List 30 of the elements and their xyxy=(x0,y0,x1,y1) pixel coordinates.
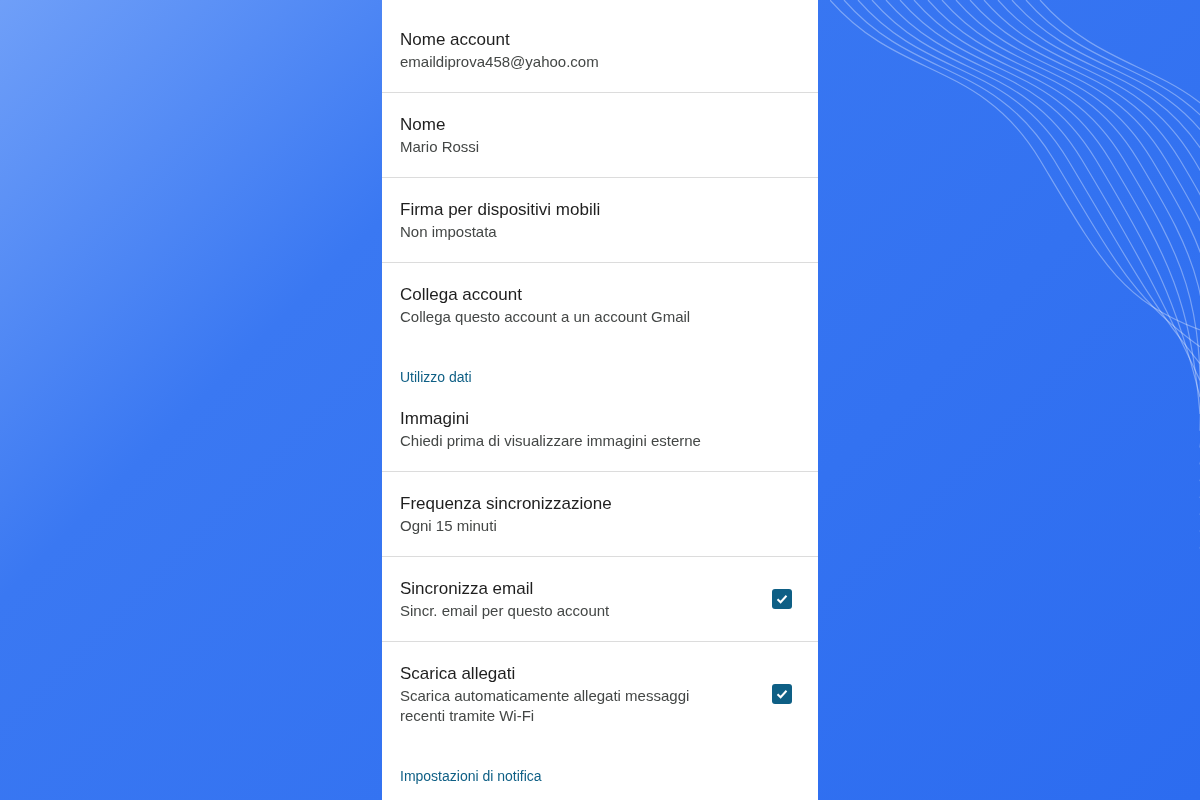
setting-title: Frequenza sincronizzazione xyxy=(400,493,613,515)
setting-description: Mario Rossi xyxy=(400,137,481,157)
setting-title: Nome account xyxy=(400,29,511,51)
section-header: Utilizzo dati xyxy=(400,368,473,387)
setting-description: Scarica automaticamente allegati messaggi recenti tramite Wi-Fi xyxy=(400,686,691,726)
check-icon xyxy=(775,687,789,701)
settings-item[interactable]: Firma per dispositivi mobili Non impostata xyxy=(382,178,818,263)
setting-description: Sincr. email per questo account xyxy=(400,601,611,621)
setting-title: Scarica allegati xyxy=(400,663,517,685)
settings-item[interactable]: Frequenza sincronizzazione Ogni 15 minuti xyxy=(382,472,818,557)
setting-description: emaildiprova458@yahoo.com xyxy=(400,52,600,72)
settings-item[interactable]: Nome Mario Rossi xyxy=(382,93,818,178)
checkbox[interactable] xyxy=(772,589,792,609)
setting-description: Collega questo account a un account Gmail xyxy=(400,307,692,327)
setting-title: Immagini xyxy=(400,408,470,430)
setting-description: Chiedi prima di visualizzare immagini esterne xyxy=(400,431,702,451)
setting-title: Collega account xyxy=(400,284,523,306)
settings-item[interactable]: Nome account emaildiprova458@yahoo.com xyxy=(382,0,818,93)
settings-item[interactable]: Scarica allegati Scarica automaticamente allegati messaggi recenti tramite Wi-Fi xyxy=(382,642,818,746)
checkbox[interactable] xyxy=(772,684,792,704)
settings-item[interactable]: Collega account Collega questo account a un account Gmail xyxy=(382,263,818,347)
setting-description: Ogni 15 minuti xyxy=(400,516,498,536)
setting-title: Sincronizza email xyxy=(400,578,535,600)
check-icon xyxy=(775,592,789,606)
settings-item[interactable]: Sincronizza email Sincr. email per questo account xyxy=(382,557,818,642)
section-header: Impostazioni di notifica xyxy=(400,767,543,786)
setting-title: Nome xyxy=(400,114,447,136)
setting-description: Non impostata xyxy=(400,222,498,242)
setting-title: Firma per dispositivi mobili xyxy=(400,199,602,221)
settings-item[interactable]: Immagini Chiedi prima di visualizzare immagini esterne xyxy=(382,387,818,472)
